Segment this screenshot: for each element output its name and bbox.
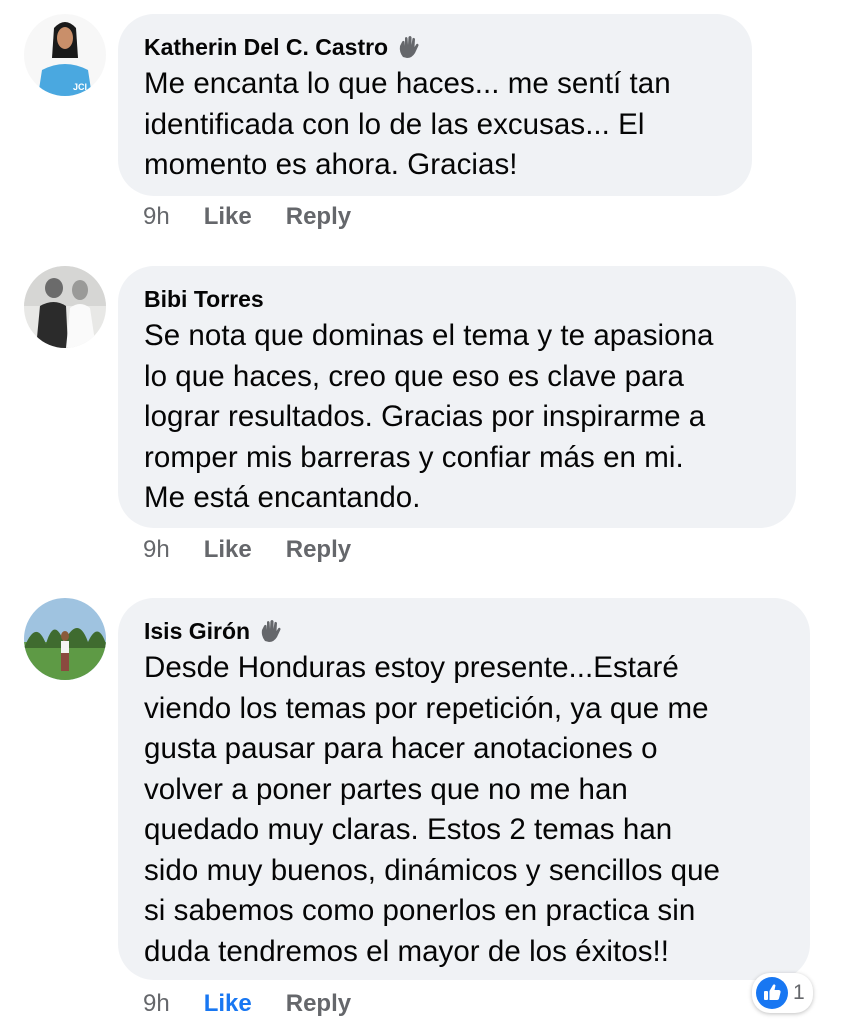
reaction-count: 1 (793, 981, 805, 1004)
avatar[interactable] (24, 266, 106, 348)
author-name[interactable]: Katherin Del C. Castro (144, 32, 388, 62)
waving-hand-icon (396, 34, 422, 60)
comment-bubble: Bibi Torres Se nota que dominas el tema … (118, 266, 796, 528)
comment-text: Me encanta lo que haces... me sentí tan … (144, 67, 671, 181)
like-button[interactable]: Like (204, 203, 252, 231)
waving-hand-icon (258, 618, 284, 644)
comment-actions: 9h Like Reply (143, 990, 351, 1018)
comment-bubble: Isis Girón Desde Honduras estoy presente… (118, 598, 810, 980)
reply-button[interactable]: Reply (286, 536, 351, 564)
like-button[interactable]: Like (204, 990, 252, 1018)
comment-author: Bibi Torres (144, 284, 770, 314)
avatar-logo-text: JCI (73, 82, 87, 92)
comment-time[interactable]: 9h (143, 990, 170, 1018)
thumbs-up-icon (755, 976, 789, 1010)
avatar[interactable]: JCI (24, 14, 106, 96)
comment-time[interactable]: 9h (143, 203, 170, 231)
comment-actions: 9h Like Reply (143, 536, 351, 564)
reply-button[interactable]: Reply (286, 990, 351, 1018)
comment-author: Isis Girón (144, 616, 784, 646)
comment-time[interactable]: 9h (143, 536, 170, 564)
comment-author: Katherin Del C. Castro (144, 32, 726, 62)
author-name[interactable]: Bibi Torres (144, 284, 264, 314)
reaction-summary[interactable]: 1 (752, 973, 813, 1013)
comment-bubble: Katherin Del C. Castro Me encanta lo que… (118, 14, 752, 196)
like-button[interactable]: Like (204, 536, 252, 564)
reply-button[interactable]: Reply (286, 203, 351, 231)
author-name[interactable]: Isis Girón (144, 616, 250, 646)
comment-actions: 9h Like Reply (143, 203, 351, 231)
avatar[interactable] (24, 598, 106, 680)
comment-text: Desde Honduras estoy presente...Estaré v… (144, 651, 721, 968)
comment-text: Se nota que dominas el tema y te apasion… (144, 319, 714, 514)
